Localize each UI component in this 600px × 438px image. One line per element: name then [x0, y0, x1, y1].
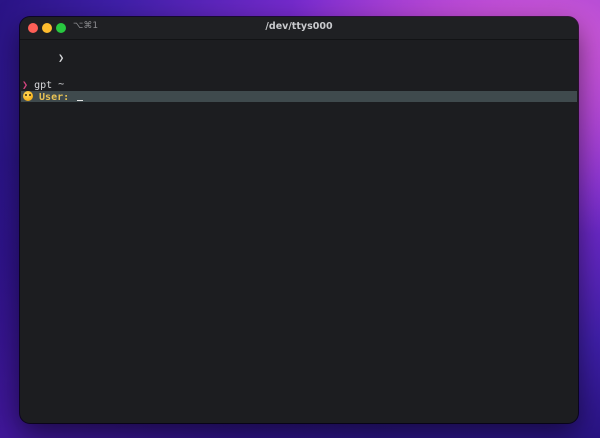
terminal-output[interactable]: ❯ ~ ❯ gpt User:	[20, 40, 578, 423]
cwd-line: ~	[22, 68, 64, 90]
prompt-arrow: ❯	[22, 80, 29, 91]
user-label: User:	[39, 92, 70, 103]
command-line: ❯ gpt	[22, 80, 52, 91]
window-title: /dev/ttys000	[265, 21, 333, 32]
face-emoji-icon	[23, 91, 33, 101]
terminal-window[interactable]: ⌥⌘1 /dev/ttys000 ❯ ~ ❯ gpt User:	[20, 17, 578, 423]
prompt-marker: ❯	[58, 53, 65, 64]
prompt-marker-line: ❯	[22, 42, 64, 64]
active-input-row[interactable]	[21, 91, 577, 102]
user-input-line[interactable]: User:	[23, 91, 84, 103]
title-bar[interactable]: ⌥⌘1 /dev/ttys000	[20, 17, 578, 40]
text-cursor	[77, 100, 84, 101]
command-text: gpt	[34, 80, 53, 91]
cwd-text: ~	[58, 79, 65, 90]
